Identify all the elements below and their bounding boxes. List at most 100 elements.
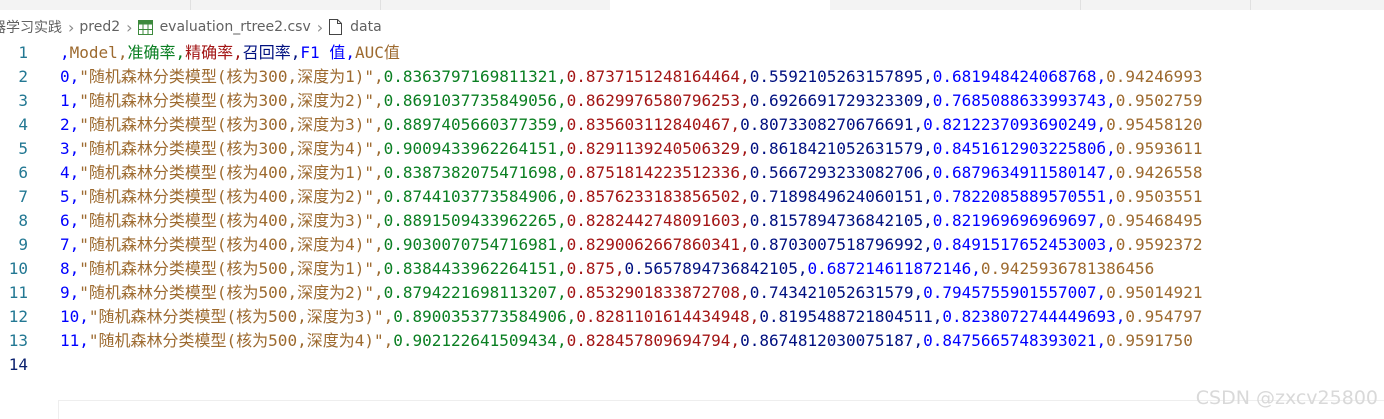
csv-delimiter: , [740, 235, 750, 254]
csv-cell: "随机森林分类模型(核为300,深度为4)" [79, 139, 374, 158]
csv-cell: "随机森林分类模型(核为500,深度为2)" [79, 283, 374, 302]
csv-cell: 0.8195488721804511 [759, 307, 933, 326]
csv-cell: 9 [60, 283, 70, 302]
active-tab[interactable] [610, 0, 830, 10]
csv-delimiter: , [566, 307, 577, 326]
csv-delimiter: , [730, 331, 741, 350]
editor-tab-strip [0, 0, 1384, 10]
tab-divider [380, 0, 381, 10]
csv-cell: 0.681948424068768 [932, 67, 1097, 86]
tab-divider [1250, 0, 1251, 10]
csv-delimiter: , [69, 91, 80, 110]
csv-cell: 0.8475665748393021 [923, 331, 1097, 350]
breadcrumb-symbol-label: data [350, 19, 382, 35]
csv-cell: 0.8363797169811321 [383, 67, 558, 86]
csv-delimiter: , [345, 43, 355, 62]
csv-delimiter: , [233, 43, 243, 62]
csv-cell: 0.95458120 [1106, 115, 1203, 134]
editor-line[interactable]: 2 0,"随机森林分类模型(核为300,深度为1)",0.836379716981… [0, 65, 1384, 89]
csv-cell: 0.8897405660377359 [383, 115, 558, 134]
csv-delimiter: , [740, 67, 750, 86]
editor-line[interactable]: 8 6,"随机森林分类模型(核为400,深度为3)",0.889150943396… [0, 209, 1384, 233]
csv-cell: 0.8212237093690249 [923, 115, 1097, 134]
csv-delimiter: , [1096, 331, 1107, 350]
csv-cell: 0.7822085889570551 [932, 187, 1107, 206]
csv-delimiter: , [923, 187, 933, 206]
editor-line[interactable]: 12 10,"随机森林分类模型(核为500,深度为3)",0.8900353773… [0, 305, 1384, 329]
csv-delimiter: , [1096, 211, 1107, 230]
csv-cell: 5 [60, 187, 70, 206]
csv-delimiter: , [60, 43, 70, 62]
code-editor[interactable]: 1 ,Model,准确率,精确率,召回率,F1 值,AUC值 2 0,"随机森林分类模… [0, 40, 1384, 419]
line-number: 11 [8, 283, 28, 302]
csv-cell: 4 [60, 163, 70, 182]
editor-line[interactable]: 7 5,"随机森林分类模型(核为400,深度为2)",0.874410377358… [0, 185, 1384, 209]
breadcrumb-subfolder[interactable]: pred2 [79, 19, 120, 35]
csv-delimiter: , [557, 163, 567, 182]
csv-cell: 7 [60, 235, 70, 254]
csv-cell: 0.9503551 [1115, 187, 1203, 206]
csv-delimiter: , [1106, 235, 1116, 254]
editor-line[interactable]: 3 1,"随机森林分类模型(核为300,深度为2)",0.869103773584… [0, 89, 1384, 113]
csv-delimiter: , [557, 139, 567, 158]
csv-cell: 8 [60, 259, 70, 278]
csv-cell: "随机森林分类模型(核为500,深度为1)" [79, 259, 374, 278]
csv-cell: 0.954797 [1125, 307, 1203, 326]
chevron-right-icon: › [126, 17, 133, 37]
csv-delimiter: , [557, 91, 567, 110]
document-icon [329, 19, 343, 35]
editor-line[interactable]: 14 [0, 353, 1384, 377]
line-number: 12 [8, 307, 28, 326]
editor-line[interactable]: 6 4,"随机森林分类模型(核为400,深度为1)",0.838738207547… [0, 161, 1384, 185]
breadcrumb-symbol[interactable]: data [328, 19, 382, 35]
csv-delimiter: , [749, 307, 760, 326]
csv-cell: 0.8794221698113207 [383, 283, 558, 302]
editor-line[interactable]: 4 2,"随机森林分类模型(核为300,深度为3)",0.889740566037… [0, 113, 1384, 137]
current-line-highlight [58, 400, 1384, 419]
editor-line[interactable]: 10 8,"随机森林分类模型(核为500,深度为1)",0.83844339622… [0, 257, 1384, 281]
csv-delimiter: , [69, 211, 80, 230]
csv-cell: 0.8073308270676691 [740, 115, 914, 134]
csv-delimiter: , [383, 331, 394, 350]
line-number: 3 [18, 91, 28, 110]
csv-cell: 0.6879634911580147 [932, 163, 1107, 182]
csv-delimiter: , [923, 91, 933, 110]
csv-cell: 0.8290062667860341 [566, 235, 741, 254]
editor-line[interactable]: 5 3,"随机森林分类模型(核为300,深度为4)",0.900943396226… [0, 137, 1384, 161]
csv-cell: 0.8284578096947​94 [566, 331, 731, 350]
line-number: 8 [18, 211, 28, 230]
csv-cell: 0.9502759 [1115, 91, 1203, 110]
csv-cell: 0.9593611 [1115, 139, 1203, 158]
editor-line[interactable]: 9 7,"随机森林分类模型(核为400,深度为4)",0.903007075471… [0, 233, 1384, 257]
line-content: 2,"随机森林分类模型(核为300,深度为3)",0.8897405660377… [60, 113, 1202, 137]
chevron-right-icon: › [68, 17, 75, 37]
csv-delimiter: , [557, 259, 567, 278]
csv-delimiter: , [69, 115, 80, 134]
line-content: 0,"随机森林分类模型(核为300,深度为1)",0.8363797169811… [60, 65, 1202, 89]
csv-delimiter: , [913, 115, 924, 134]
breadcrumb-file[interactable]: evaluation_rtree2.csv [137, 19, 311, 35]
line-number: 7 [18, 187, 28, 206]
csv-cell: 0.8387382075471698 [383, 163, 558, 182]
csv-cell: 0.5667293233082706 [749, 163, 924, 182]
csv-cell: 0.687214611872146 [807, 259, 972, 278]
csv-cell: 0.90212264150943​4 [393, 331, 558, 350]
csv-cell: 0.8900353773584906 [393, 307, 567, 326]
editor-line[interactable]: 11 9,"随机森林分类模型(核为500,深度为2)",0.87942216981… [0, 281, 1384, 305]
csv-delimiter: , [290, 43, 301, 62]
csv-delimiter: , [740, 283, 750, 302]
csv-delimiter: , [1106, 139, 1116, 158]
csv-cell: 精确率 [185, 43, 234, 62]
csv-delimiter: , [373, 235, 384, 254]
breadcrumb-folder[interactable]: 器学习实践 [0, 17, 62, 37]
csv-delimiter: , [740, 211, 750, 230]
csv-cell: 0.7189849624060151 [749, 187, 924, 206]
csv-delimiter: , [1096, 67, 1107, 86]
line-number: 4 [18, 115, 28, 134]
breadcrumb-subfolder-label: pred2 [79, 19, 121, 35]
csv-delimiter: , [557, 283, 567, 302]
breadcrumb: 器学习实践 › pred2 › evaluation_rtree2.csv › … [0, 12, 1384, 42]
line-number: 6 [18, 163, 28, 182]
editor-line[interactable]: 1 ,Model,准确率,精确率,召回率,F1 值,AUC值 [0, 41, 1384, 65]
editor-line[interactable]: 13 11,"随机森林分类模型(核为500,深度为4)",0.9021226415… [0, 329, 1384, 353]
